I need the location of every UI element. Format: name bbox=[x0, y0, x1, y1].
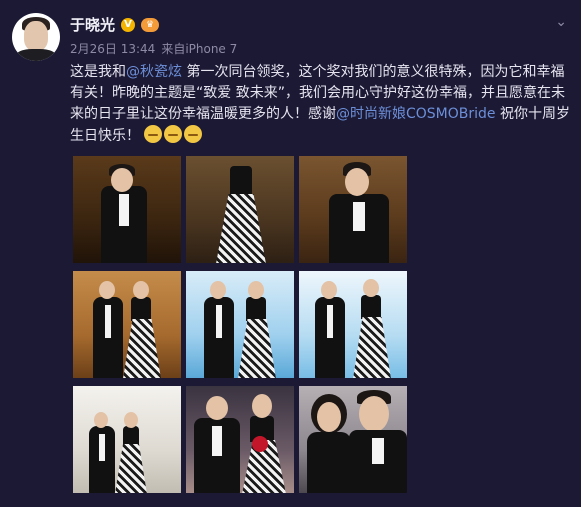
username[interactable]: 于晓光 bbox=[70, 14, 115, 35]
photo-grid bbox=[73, 156, 407, 493]
post-timestamp[interactable]: 2月26日 13:44 bbox=[70, 40, 155, 57]
chevron-down-icon[interactable]: ⌄ bbox=[555, 14, 567, 30]
photo-thumbnail[interactable] bbox=[73, 156, 181, 263]
photo-thumbnail[interactable] bbox=[299, 271, 407, 378]
mention-link[interactable]: @时尚新娘COSMOBride bbox=[336, 106, 496, 122]
photo-thumbnail[interactable] bbox=[186, 271, 294, 378]
photo-thumbnail[interactable] bbox=[299, 156, 407, 263]
member-level-icon: ♛ bbox=[141, 17, 160, 32]
verified-v-icon: V bbox=[121, 17, 136, 32]
smiling-face-emoji-icon bbox=[164, 125, 183, 143]
photo-thumbnail[interactable] bbox=[186, 386, 294, 493]
post-source: 来自iPhone 7 bbox=[161, 42, 238, 56]
post-text-part: 这是我和 bbox=[70, 64, 126, 80]
photo-thumbnail[interactable] bbox=[73, 271, 181, 378]
post-text: 这是我和@秋瓷炫 第一次同台领奖，这个奖对我们的意义很特殊，因为它和幸福有关！昨… bbox=[70, 62, 570, 147]
smiling-face-emoji-icon bbox=[184, 125, 203, 143]
photo-thumbnail[interactable] bbox=[186, 156, 294, 263]
mention-link[interactable]: @秋瓷炫 bbox=[126, 64, 182, 80]
smiling-face-emoji-icon bbox=[144, 125, 163, 143]
photo-thumbnail[interactable] bbox=[299, 386, 407, 493]
photo-thumbnail[interactable] bbox=[73, 386, 181, 493]
post-meta: 2月26日 13:44 来自iPhone 7 bbox=[70, 40, 237, 57]
post-author: 于晓光 V ♛ bbox=[70, 14, 160, 35]
avatar[interactable] bbox=[12, 13, 60, 61]
